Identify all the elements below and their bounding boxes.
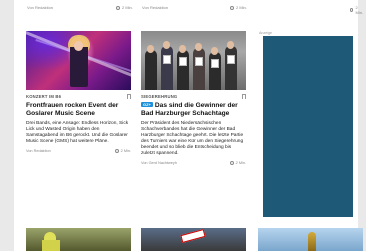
article-reading-time: 2 Min. (230, 161, 246, 166)
clock-icon (230, 161, 235, 166)
article-card-concert[interactable]: KONZERT IM B6 Frontfrauen rocken Event d… (26, 31, 131, 154)
bookmark-icon[interactable] (242, 94, 246, 99)
article-reading-time: 2 Min. (115, 149, 131, 154)
article-image-next-2[interactable] (141, 228, 246, 251)
article-teaser: Der Präsident des Niedersächsischen Scha… (141, 121, 244, 157)
article-image-concert[interactable] (26, 31, 131, 90)
prev-time-middle: 2 Min. (230, 5, 247, 10)
prev-source-left: Von Redaktion (27, 5, 54, 10)
prev-source-middle: Von Redaktion (142, 5, 169, 10)
clock-icon (116, 5, 120, 10)
article-teaser: Drei Bands, eine Ansage: Endless Horizon… (26, 121, 129, 145)
article-kicker: KONZERT IM B6 (26, 94, 62, 99)
article-kicker: SIEGEREHRUNG (141, 94, 178, 99)
clock-icon (230, 5, 234, 10)
clock-icon (350, 8, 354, 12)
prev-time-left: 2 Min. (116, 5, 133, 10)
ad-label: Anzeige (259, 31, 272, 35)
article-title[interactable]: GZ+ Das sind die Gewinner der Bad Harzbur… (141, 102, 246, 118)
prev-time-right: 2 Min. (350, 5, 364, 15)
article-source: Von Gerd Nachtweyh (141, 161, 177, 166)
article-image-ceremony[interactable] (141, 31, 246, 90)
premium-badge: GZ+ (141, 102, 153, 107)
bookmark-icon[interactable] (127, 94, 131, 99)
article-image-next-3[interactable] (258, 228, 363, 251)
article-card-chess[interactable]: SIEGEREHRUNG GZ+ Das sind die Gewinner de… (141, 31, 246, 166)
advertisement[interactable] (263, 36, 353, 217)
article-source: Von Redaktion (26, 149, 51, 154)
clock-icon (115, 149, 120, 154)
article-title[interactable]: Frontfrauen rocken Event der Goslarer Mu… (26, 102, 131, 118)
news-page: Von Redaktion 2 Min. Von Redaktion 2 Min… (14, 0, 363, 251)
article-image-next-1[interactable] (26, 228, 131, 251)
